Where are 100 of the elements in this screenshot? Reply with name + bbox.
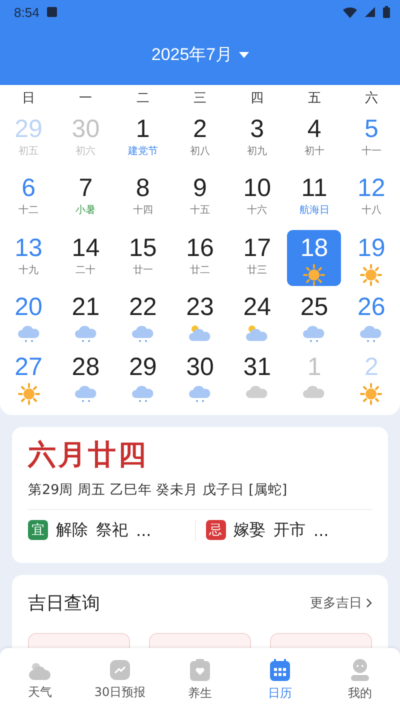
lucky-day-chip[interactable]: [28, 632, 130, 648]
day-cell[interactable]: 14 二十: [58, 230, 113, 286]
day-cell[interactable]: 29: [116, 348, 170, 405]
day-cell[interactable]: 5 十一: [344, 110, 398, 167]
day-number: 20: [14, 293, 42, 322]
rain-cloud-icon: [130, 323, 155, 344]
date-details: 第29周 周五 乙巳年 癸未月 戊子日 [属蛇]: [28, 480, 288, 498]
day-cell[interactable]: 28: [58, 348, 113, 405]
day-number: 11: [301, 174, 328, 202]
day-number: 15: [128, 234, 157, 262]
weekday-label: 五: [306, 90, 322, 107]
weekday-label: 二: [135, 90, 150, 107]
day-number: 24: [243, 293, 272, 322]
day-number: 17: [243, 234, 272, 262]
status-time: 8:54: [14, 4, 40, 20]
lunar-label: 初五: [18, 144, 39, 159]
day-cell[interactable]: 24: [230, 289, 284, 346]
lunar-label: 初六: [76, 144, 96, 159]
lucky-day-chip[interactable]: [149, 632, 251, 648]
nav-tab[interactable]: 天气: [0, 648, 80, 712]
caret-icon: [238, 52, 249, 58]
day-cell[interactable]: 10 十六: [230, 170, 284, 226]
section-title: 吉日查询: [28, 592, 100, 614]
day-cell[interactable]: 12 十八: [344, 170, 398, 226]
lunar-label: 初十: [304, 144, 324, 159]
sun-icon: [360, 264, 382, 286]
lunar-label: 十九: [18, 264, 39, 278]
day-number: 28: [72, 352, 100, 381]
nav-tab[interactable]: 我的: [320, 648, 400, 712]
day-cell[interactable]: 20: [2, 289, 56, 346]
lucky-day-chip[interactable]: [270, 632, 372, 648]
lunar-label: 初九: [247, 144, 268, 159]
day-number: 7: [78, 174, 93, 202]
battery-icon: [383, 6, 390, 18]
day-cell[interactable]: 8 十四: [116, 170, 170, 226]
day-cell[interactable]: 21: [58, 289, 113, 346]
notification-icon: [47, 7, 58, 17]
weekday-label: 日: [21, 90, 36, 107]
day-cell[interactable]: 3 初九: [230, 110, 284, 167]
day-number: 9: [193, 174, 207, 202]
day-number: 1: [307, 352, 322, 381]
partly-cloudy-icon: [188, 323, 212, 344]
day-number: 16: [186, 234, 214, 262]
day-number: 6: [22, 174, 36, 202]
day-cell[interactable]: 16 廿二: [172, 230, 227, 286]
day-cell[interactable]: 1 建党节: [116, 110, 170, 167]
day-cell[interactable]: 19: [344, 230, 398, 286]
day-cell[interactable]: 6 十二: [2, 170, 56, 226]
day-cell[interactable]: 30: [172, 348, 227, 405]
day-cell[interactable]: 4 初十: [287, 110, 342, 167]
lunar-label: 十五: [190, 204, 210, 218]
day-number: 1: [136, 114, 150, 143]
day-cell[interactable]: 25: [287, 289, 342, 346]
day-cell[interactable]: 26: [344, 289, 398, 346]
weekday-label: 四: [250, 90, 265, 107]
day-number: 19: [358, 234, 386, 262]
day-cell[interactable]: 7 小暑: [58, 170, 113, 226]
day-cell[interactable]: 2 初八: [172, 110, 227, 167]
activity-label: 嫁娶: [234, 520, 266, 540]
lunar-date: 六月廿四: [28, 436, 149, 472]
day-cell[interactable]: 22: [116, 289, 170, 346]
lunar-label: 廿二: [190, 264, 210, 278]
day-cell[interactable]: 9 十五: [172, 170, 227, 226]
day-number: 12: [358, 174, 386, 202]
person-icon: [349, 658, 371, 682]
calendar-icon: [268, 658, 292, 682]
lunar-label: 航海日: [299, 204, 330, 218]
more-ellipsis: ...: [136, 520, 152, 540]
day-number: 29: [128, 352, 157, 381]
rain-cloud-icon: [359, 323, 384, 344]
day-number: 27: [14, 352, 42, 381]
lunar-label: 廿一: [132, 264, 153, 278]
day-number: 29: [14, 114, 42, 143]
month-selector[interactable]: 2025年7月: [147, 41, 253, 68]
day-cell[interactable]: 31: [230, 348, 284, 405]
activity-label: 解除: [56, 520, 88, 540]
more-ellipsis: ...: [314, 520, 329, 540]
chart-icon: [109, 659, 131, 681]
day-cell[interactable]: 27: [2, 348, 56, 405]
nav-tab[interactable]: 养生: [160, 648, 240, 712]
sun-icon: [360, 382, 382, 405]
day-number: 18: [300, 234, 328, 262]
day-cell[interactable]: 11 航海日: [287, 170, 342, 226]
day-cell[interactable]: 15 廿一: [116, 230, 170, 286]
lunar-label: 建党节: [128, 144, 158, 159]
day-cell[interactable]: 17 廿三: [230, 230, 284, 286]
signal-icon: [365, 7, 375, 17]
activity-label: 祭祀: [96, 520, 128, 540]
day-number: 4: [307, 114, 322, 143]
day-cell[interactable]: 13 十九: [2, 230, 56, 286]
nav-tab[interactable]: 日历: [240, 648, 320, 712]
day-number: 21: [72, 293, 100, 322]
day-cell[interactable]: 23: [172, 289, 227, 346]
weekday-label: 一: [78, 90, 94, 107]
day-cell[interactable]: 18: [287, 230, 342, 286]
lunar-label: 十六: [247, 204, 268, 218]
more-link[interactable]: 更多吉日: [310, 594, 372, 612]
weekday-label: 六: [364, 90, 379, 107]
nav-tab[interactable]: 30日预报: [80, 648, 160, 712]
lunar-label: 十八: [361, 204, 382, 218]
